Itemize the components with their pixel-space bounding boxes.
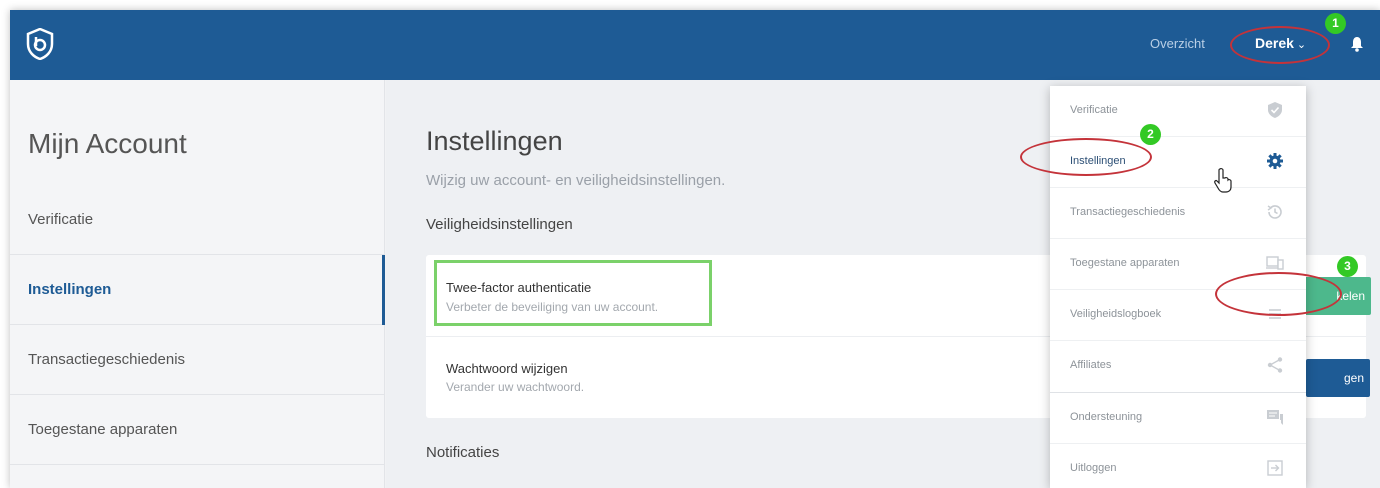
app-window: Overzicht Derek ⌄ Mijn Account Verificati… — [10, 10, 1380, 488]
menu-item-label: Ondersteuning — [1070, 411, 1143, 423]
menu-item-label: Affiliates — [1070, 359, 1112, 371]
menu-item-label: Toegestane apparaten — [1070, 257, 1180, 269]
chat-icon — [1267, 410, 1283, 425]
highlight-oval-user-menu — [1230, 26, 1330, 64]
notification-bell-icon[interactable] — [1350, 36, 1364, 52]
step-badge-3: 3 — [1337, 256, 1358, 277]
menu-item-label: Transactiegeschiedenis — [1070, 206, 1186, 218]
active-indicator — [382, 255, 385, 325]
page-subtitle: Wijzig uw account- en veiligheidsinstell… — [426, 172, 726, 189]
sidebar-item-transactiegeschiedenis[interactable]: Transactiegeschiedenis — [10, 325, 385, 395]
setting-description: Verander uw wachtwoord. — [446, 380, 585, 394]
sidebar-item-label: Transactiegeschiedenis — [28, 351, 186, 368]
menu-item-uitloggen[interactable]: Uitloggen — [1050, 444, 1306, 488]
setting-title: Wachtwoord wijzigen — [446, 361, 568, 376]
menu-item-label: Uitloggen — [1070, 462, 1117, 474]
page-title: Instellingen — [426, 126, 563, 156]
history-icon — [1267, 205, 1282, 219]
menu-item-label: Verificatie — [1070, 104, 1118, 116]
notifications-section-title: Notificaties — [426, 444, 500, 461]
sidebar-item-toegestane-apparaten[interactable]: Toegestane apparaten — [10, 395, 385, 465]
sidebar-title: Mijn Account — [28, 128, 187, 159]
sidebar-item-instellingen[interactable]: Instellingen — [10, 255, 385, 325]
step-badge-2: 2 — [1140, 124, 1161, 145]
account-sidebar: Mijn Account Verificatie Instellingen Tr… — [10, 80, 385, 488]
hand-cursor-icon — [1214, 167, 1232, 193]
change-password-button[interactable]: gen — [1306, 359, 1370, 397]
setting-title: Twee-factor authenticatie — [446, 280, 592, 295]
share-icon — [1267, 357, 1283, 373]
menu-item-affiliates[interactable]: Affiliates — [1050, 341, 1306, 392]
brand-logo-icon[interactable] — [26, 28, 54, 60]
logout-icon — [1267, 460, 1283, 476]
devices-icon — [1266, 256, 1284, 270]
gear-icon — [1267, 153, 1283, 169]
setting-description: Verbeter de beveiliging van uw account. — [446, 300, 659, 314]
top-navigation-bar: Overzicht Derek ⌄ — [10, 10, 1380, 80]
menu-item-transactiegeschiedenis[interactable]: Transactiegeschiedenis — [1050, 188, 1306, 239]
sidebar-item-label: Verificatie — [28, 211, 94, 228]
sidebar-item-verificatie[interactable]: Verificatie — [10, 185, 385, 255]
nav-link-overzicht[interactable]: Overzicht — [1150, 36, 1205, 51]
shield-check-icon — [1268, 102, 1282, 118]
step-badge-1: 1 — [1325, 13, 1346, 34]
highlight-oval-instellingen — [1020, 138, 1152, 176]
menu-item-label: Veiligheidslogboek — [1070, 308, 1162, 320]
security-section-title: Veiligheidsinstellingen — [426, 216, 573, 233]
highlight-oval-enable-button — [1215, 272, 1342, 316]
sidebar-item-label: Instellingen — [28, 281, 112, 298]
menu-item-ondersteuning[interactable]: Ondersteuning — [1050, 393, 1306, 444]
sidebar-item-label: Toegestane apparaten — [28, 421, 178, 438]
menu-item-verificatie[interactable]: Verificatie — [1050, 86, 1306, 137]
